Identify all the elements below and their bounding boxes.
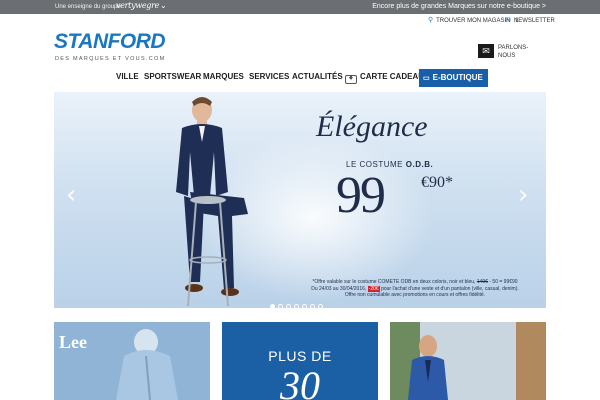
model-photo — [176, 97, 248, 307]
brands-count-tile[interactable]: PLUS DE 30 — [222, 322, 378, 400]
nav-item-marques[interactable]: MARQUES — [203, 72, 244, 81]
hero-price: 99 — [336, 167, 386, 224]
newsletter-label: NEWSLETTER — [513, 18, 555, 24]
group-topbar: Une enseigne du groupe vertywegre ⌄ Enco… — [0, 0, 600, 14]
hero-subtitle-brand: O.D.B. — [405, 160, 434, 169]
contact-label-line2: NOUS — [498, 53, 516, 59]
contact-link[interactable]: PARLONS- NOUS — [498, 44, 528, 60]
nav-item-sportswear[interactable]: SPORTSWEAR — [144, 72, 201, 81]
carousel-dot[interactable] — [294, 304, 299, 308]
carousel-dot[interactable] — [270, 304, 275, 308]
mail-icon: ✉ — [505, 17, 511, 24]
laptop-icon: ▭ — [423, 75, 430, 82]
suit-model-photo — [390, 322, 546, 400]
group-logo[interactable]: vertywegre — [116, 1, 159, 10]
fine-print-new-price: = 99€90 — [499, 279, 518, 285]
nav-item-carte-cadeau-label: CARTE CADEAU — [360, 72, 424, 81]
group-label: Une enseigne du groupe — [55, 4, 121, 10]
nav-item-carte-cadeau[interactable]: ⚘ CARTE CADEAU — [345, 72, 424, 84]
newsletter-link[interactable]: ✉ NEWSLETTER — [505, 16, 555, 24]
map-pin-icon: ⚲ — [428, 17, 434, 24]
nav-item-services[interactable]: SERVICES — [249, 72, 289, 81]
hero-carousel[interactable]: ‹ › Élégance LE COSTUME O.D.B. 99 €90* *… — [54, 92, 546, 308]
nav-item-eboutique[interactable]: ▭ E-BOUTIQUE — [419, 69, 488, 87]
suit-tile[interactable] — [390, 322, 546, 400]
brand-tagline: DES MARQUES ET VOUS.COM — [55, 56, 166, 62]
fine-print-2a: Du 24/03 au 30/04/2016, — [311, 285, 367, 292]
gift-card-icon: ⚘ — [345, 75, 357, 84]
fine-print-old-price: 149€ — [476, 279, 488, 285]
nav-item-ville[interactable]: VILLE — [116, 72, 139, 81]
hero-price-cents: €90* — [421, 174, 453, 191]
eboutique-promo-link[interactable]: Encore plus de grandes Marques sur notre… — [372, 3, 546, 10]
envelope-icon[interactable]: ✉ — [478, 44, 494, 58]
logo-wordmark: STANFORD — [54, 30, 166, 53]
brands-count-number: 30 — [280, 363, 320, 400]
carousel-dot[interactable] — [318, 304, 323, 308]
nav-item-actualites[interactable]: ACTUALITÉS — [292, 72, 343, 81]
hero-title: Élégance — [316, 110, 428, 143]
lee-tile[interactable]: Lee — [54, 322, 210, 400]
stanford-logo[interactable]: STANFORD — [54, 30, 184, 54]
fine-print-badge: -20€ — [367, 285, 380, 292]
carousel-dot[interactable] — [302, 304, 307, 308]
store-finder-label: TROUVER MON MAGASIN — [436, 18, 511, 24]
fine-print-discount: - 50 — [489, 279, 498, 285]
carousel-dot[interactable] — [286, 304, 291, 308]
main-nav: VILLE SPORTSWEAR MARQUES SERVICES ACTUAL… — [0, 70, 600, 86]
fine-print-1: *Offre valable sur le costume COMETE ODB… — [312, 279, 476, 285]
fine-print-2b: pour l'achat d'une veste et d'un pantalo… — [381, 285, 519, 292]
carousel-next-button[interactable]: › — [518, 180, 528, 210]
carousel-dot[interactable] — [278, 304, 283, 308]
nav-item-eboutique-label: E-BOUTIQUE — [432, 73, 483, 82]
carousel-indicators — [270, 296, 326, 308]
lee-logo: Lee — [59, 332, 87, 352]
carousel-dot[interactable] — [310, 304, 315, 308]
carousel-prev-button[interactable]: ‹ — [66, 180, 76, 210]
chevron-down-icon[interactable]: ⌄ — [160, 1, 167, 10]
contact-label-line1: PARLONS- — [498, 45, 529, 51]
